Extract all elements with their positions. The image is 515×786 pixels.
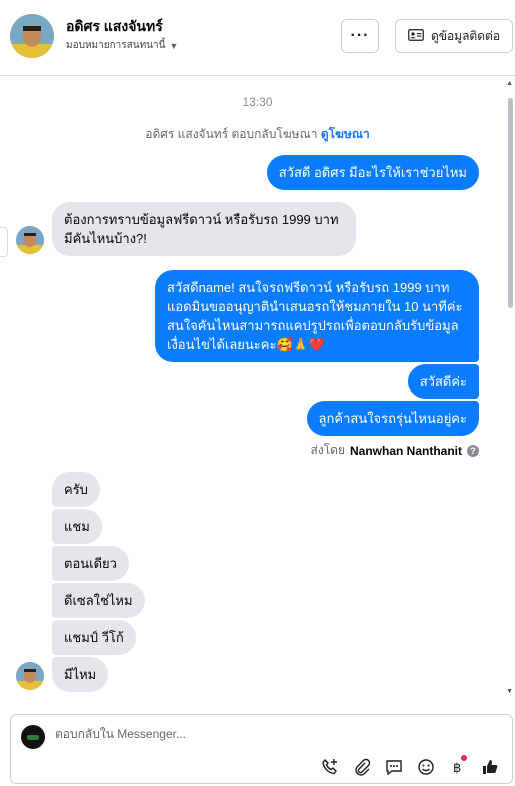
view-ad-link[interactable]: ดูโฆษณา xyxy=(321,127,370,141)
incoming-message[interactable]: ดีเซลใช่ไหม xyxy=(52,583,145,618)
conversation-header: อดิศร แสงจันทร์ มอบหมายการสนทนานี้ ▼ ···… xyxy=(0,0,515,76)
page-avatar xyxy=(21,725,45,749)
incoming-message[interactable]: ตอนเดียว xyxy=(52,546,129,581)
attachment-icon[interactable] xyxy=(352,757,372,777)
sent-by-label: ส่งโดย Nanwhan Nanthanit ? xyxy=(311,441,479,460)
reply-composer: ฿ xyxy=(10,714,513,784)
help-icon[interactable]: ? xyxy=(467,444,479,457)
ad-reply-notice: อดิศร แสงจันทร์ ตอบกลับโฆษณา ดูโฆษณา xyxy=(0,125,515,144)
incoming-message[interactable]: แชมป์ วีโก้ xyxy=(52,620,136,655)
svg-text:฿: ฿ xyxy=(453,761,461,776)
emoji-icon[interactable] xyxy=(416,757,436,777)
message-timestamp: 13:30 xyxy=(242,95,273,109)
incoming-message[interactable]: ต้องการทราบข้อมูลฟรีดาวน์ หรือรับรถ 1999… xyxy=(52,202,356,256)
contact-name: อดิศร แสงจันทร์ xyxy=(66,18,163,34)
notification-dot xyxy=(461,755,467,761)
outgoing-message[interactable]: สวัสดี อดิศร มีอะไรให้เราช่วยไหม xyxy=(266,155,479,190)
caret-down-icon: ▼ xyxy=(169,40,179,51)
incoming-message[interactable]: แชม xyxy=(52,509,102,544)
view-contact-info-label: ดูข้อมูลติดต่อ xyxy=(430,28,501,43)
outgoing-message[interactable]: สวัสดีname! สนใจรถฟรีดาวน์ หรือรับรถ 199… xyxy=(155,270,479,362)
ad-reply-text: อดิศร แสงจันทร์ ตอบกลับโฆษณา xyxy=(145,127,318,141)
baht-icon[interactable]: ฿ xyxy=(448,755,468,777)
assign-conversation-dropdown[interactable]: มอบหมายการสนทนานี้ ▼ xyxy=(66,38,178,53)
thumbs-up-icon[interactable] xyxy=(480,757,500,777)
contact-avatar-small xyxy=(16,662,44,690)
composer-toolbar: ฿ xyxy=(320,755,500,777)
reply-input[interactable] xyxy=(55,727,455,741)
scroll-down-arrow-icon[interactable]: ▼ xyxy=(506,688,513,695)
view-contact-info-button[interactable]: ดูข้อมูลติดต่อ xyxy=(395,19,513,53)
contact-avatar-small xyxy=(16,226,44,254)
sent-by-name: Nanwhan Nanthanit xyxy=(349,443,462,458)
assign-label: มอบหมายการสนทนานี้ xyxy=(66,40,166,51)
sent-by-prefix: ส่งโดย xyxy=(310,443,345,457)
outgoing-message[interactable]: ลูกค้าสนใจรถรุ่นไหนอยู่คะ xyxy=(306,401,479,436)
contact-card-icon xyxy=(408,28,424,44)
side-panel-tab[interactable] xyxy=(0,227,8,257)
contact-avatar[interactable] xyxy=(10,14,54,58)
scroll-up-arrow-icon[interactable]: ▲ xyxy=(506,80,513,87)
incoming-message[interactable]: ครับ xyxy=(52,472,100,507)
outgoing-message[interactable]: สวัสดีค่ะ xyxy=(407,364,479,399)
more-options-button[interactable]: ··· xyxy=(341,19,379,53)
incoming-message[interactable]: มีไหม xyxy=(52,657,109,692)
chat-template-icon[interactable] xyxy=(384,757,404,777)
call-plus-icon[interactable] xyxy=(320,757,340,777)
